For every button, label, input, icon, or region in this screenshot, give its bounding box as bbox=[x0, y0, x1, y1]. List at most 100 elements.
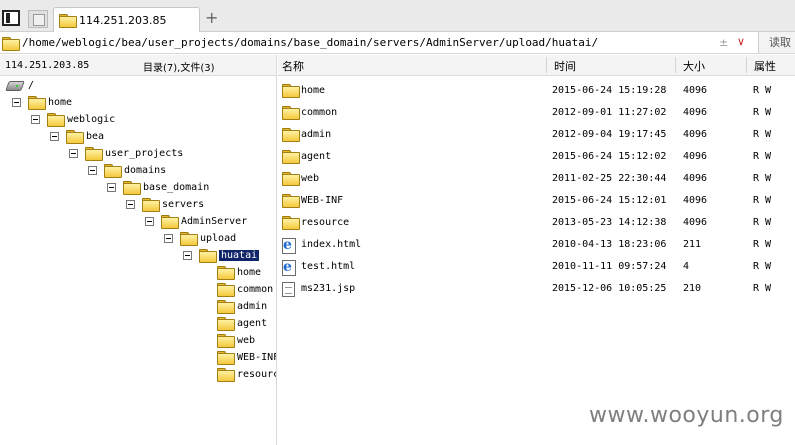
file-attr: R W bbox=[753, 283, 772, 294]
tree-node-child[interactable]: admin bbox=[217, 298, 267, 314]
file-row[interactable]: common 2012-09-01 11:27:02 4096 R W bbox=[278, 101, 795, 123]
file-size: 211 bbox=[683, 239, 702, 250]
tree-label: home bbox=[48, 96, 73, 108]
column-name-header[interactable]: 名称 bbox=[282, 58, 304, 74]
file-row[interactable]: ms231.jsp 2015-12-06 10:05:25 210 R W bbox=[278, 277, 795, 299]
folder-icon bbox=[282, 216, 300, 230]
column-divider[interactable] bbox=[746, 57, 747, 73]
file-time: 2012-09-04 19:17:45 bbox=[552, 129, 667, 140]
folder-icon bbox=[282, 172, 300, 186]
file-name: web bbox=[301, 173, 320, 184]
tree-node-bea[interactable]: bea bbox=[50, 128, 104, 144]
file-size: 4096 bbox=[683, 151, 708, 162]
html-file-icon bbox=[282, 237, 296, 254]
new-tab-button[interactable]: + bbox=[205, 9, 218, 27]
tree-node-child[interactable]: agent bbox=[217, 315, 267, 331]
path-input[interactable]: /home/weblogic/bea/user_projects/domains… bbox=[22, 36, 598, 49]
file-time: 2013-05-23 14:12:38 bbox=[552, 217, 667, 228]
sidebar-toggle-icon[interactable] bbox=[2, 10, 20, 26]
tree-node-child[interactable]: common bbox=[217, 281, 273, 297]
folder-icon bbox=[282, 128, 300, 142]
collapse-icon[interactable] bbox=[69, 148, 78, 158]
tree-label: resource bbox=[237, 368, 276, 380]
file-row[interactable]: test.html 2010-11-11 09:57:24 4 R W bbox=[278, 255, 795, 277]
column-size-header[interactable]: 大小 bbox=[683, 58, 705, 74]
tree-label: weblogic bbox=[67, 113, 116, 125]
tree-label: user_projects bbox=[105, 147, 184, 159]
file-row[interactable]: admin 2012-09-04 19:17:45 4096 R W bbox=[278, 123, 795, 145]
sort-icon[interactable]: ± bbox=[719, 36, 728, 49]
tree-label: upload bbox=[200, 232, 237, 244]
column-attr-header[interactable]: 属性 bbox=[754, 58, 776, 74]
folder-icon bbox=[217, 368, 235, 382]
tree-node-servers[interactable]: servers bbox=[126, 196, 204, 212]
tree-node-child[interactable]: home bbox=[217, 264, 261, 280]
collapse-icon[interactable] bbox=[31, 114, 40, 124]
file-row[interactable]: home 2015-06-24 15:19:28 4096 R W bbox=[278, 79, 795, 101]
tree-label: domains bbox=[124, 164, 167, 176]
folder-icon bbox=[199, 249, 217, 263]
tree-label: WEB-INF bbox=[237, 351, 277, 363]
folder-icon bbox=[217, 300, 235, 314]
file-row[interactable]: agent 2015-06-24 15:12:02 4096 R W bbox=[278, 145, 795, 167]
file-row[interactable]: WEB-INF 2015-06-24 15:12:01 4096 R W bbox=[278, 189, 795, 211]
tree-node-user-projects[interactable]: user_projects bbox=[69, 145, 183, 161]
tree-node-root[interactable]: / bbox=[6, 77, 34, 93]
file-row[interactable]: index.html 2010-04-13 18:23:06 211 R W bbox=[278, 233, 795, 255]
file-time: 2015-06-24 15:19:28 bbox=[552, 85, 667, 96]
file-time: 2010-04-13 18:23:06 bbox=[552, 239, 667, 250]
folder-icon bbox=[282, 84, 300, 98]
tree-node-adminserver[interactable]: AdminServer bbox=[145, 213, 247, 229]
tree-node-child[interactable]: WEB-INF bbox=[217, 349, 277, 365]
file-name: test.html bbox=[301, 261, 356, 272]
folder-icon bbox=[28, 96, 46, 110]
file-attr: R W bbox=[753, 195, 772, 206]
collapse-icon[interactable] bbox=[164, 233, 173, 243]
host-label: 114.251.203.85 bbox=[5, 60, 90, 71]
file-icon bbox=[282, 282, 295, 297]
collapse-icon[interactable] bbox=[126, 199, 135, 209]
file-time: 2015-12-06 10:05:25 bbox=[552, 283, 667, 294]
collapse-icon[interactable] bbox=[88, 165, 97, 175]
column-time-header[interactable]: 时间 bbox=[554, 58, 576, 74]
file-size: 4096 bbox=[683, 217, 708, 228]
read-button[interactable]: 读取 bbox=[758, 32, 795, 53]
chevron-down-icon[interactable]: ∨ bbox=[737, 35, 745, 48]
tree-node-child[interactable]: resource bbox=[217, 366, 276, 382]
file-list-panel: 名称 时间 大小 属性 home 2015-06-24 15:19:28 409… bbox=[278, 55, 795, 445]
collapse-icon[interactable] bbox=[50, 131, 59, 141]
file-row[interactable]: web 2011-02-25 22:30:44 4096 R W bbox=[278, 167, 795, 189]
file-size: 4096 bbox=[683, 129, 708, 140]
collapse-icon[interactable] bbox=[107, 182, 116, 192]
folder-icon bbox=[123, 181, 141, 195]
file-row[interactable]: resource 2013-05-23 14:12:38 4096 R W bbox=[278, 211, 795, 233]
file-name: agent bbox=[301, 151, 332, 162]
file-size: 4 bbox=[683, 261, 690, 272]
file-list-header: 名称 时间 大小 属性 bbox=[278, 55, 795, 76]
tree-node-base-domain[interactable]: base_domain bbox=[107, 179, 209, 195]
tree-node-child[interactable]: web bbox=[217, 332, 255, 348]
folder-icon bbox=[217, 334, 235, 348]
collapse-icon[interactable] bbox=[145, 216, 154, 226]
html-file-icon bbox=[282, 259, 296, 276]
collapse-icon[interactable] bbox=[183, 250, 192, 260]
file-attr: R W bbox=[753, 107, 772, 118]
collapse-icon[interactable] bbox=[12, 97, 21, 107]
file-name: resource bbox=[301, 217, 350, 228]
tree-node-huatai[interactable]: huatai bbox=[183, 247, 260, 263]
tree-node-upload[interactable]: upload bbox=[164, 230, 236, 246]
page-icon[interactable] bbox=[28, 10, 48, 28]
folder-icon bbox=[47, 113, 65, 127]
tree-node-weblogic[interactable]: weblogic bbox=[31, 111, 115, 127]
file-time: 2015-06-24 15:12:01 bbox=[552, 195, 667, 206]
tree-label: / bbox=[28, 79, 35, 91]
file-size: 4096 bbox=[683, 107, 708, 118]
tree-node-home[interactable]: home bbox=[12, 94, 72, 110]
column-divider[interactable] bbox=[675, 57, 676, 73]
file-name: home bbox=[301, 85, 326, 96]
tree-label: home bbox=[237, 266, 262, 278]
tab-host[interactable]: 114.251.203.85 bbox=[53, 7, 200, 32]
folder-icon bbox=[180, 232, 198, 246]
column-divider[interactable] bbox=[546, 57, 547, 73]
tree-node-domains[interactable]: domains bbox=[88, 162, 166, 178]
